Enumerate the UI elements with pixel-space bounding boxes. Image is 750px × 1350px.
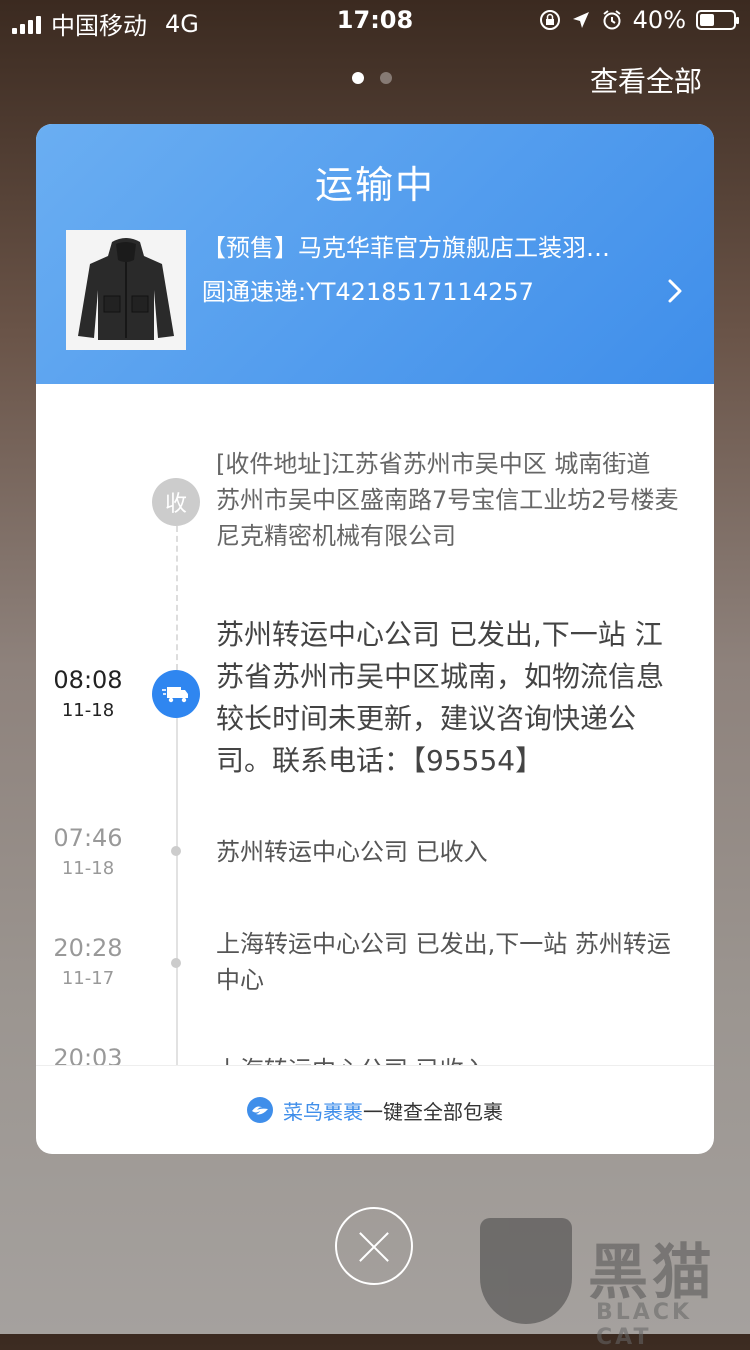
- status-bar: 中国移动 4G 17:08 40%: [0, 0, 750, 40]
- event-time: 07:46 11-18: [36, 824, 140, 879]
- cat-shield-icon: [480, 1218, 572, 1324]
- lock-rotation-icon: [539, 10, 560, 30]
- tracking-timeline[interactable]: 收 [收件地址]江苏省苏州市吴中区 城南街道 苏州市吴中区盛南路7号宝信工业坊2…: [36, 384, 714, 1066]
- event-time-hm: 08:08: [53, 666, 123, 694]
- event-time-md: 11-17: [61, 968, 115, 989]
- event-time-hm: 07:46: [53, 824, 123, 852]
- event-text: 上海转运中心公司 已发出,下一站 苏州转运中心: [216, 930, 671, 994]
- battery-percent: 40%: [632, 6, 686, 34]
- close-icon[interactable]: [335, 1207, 413, 1285]
- event-time-md: 11-18: [61, 700, 115, 721]
- status-right: 40%: [539, 6, 739, 34]
- watermark-en: BLACK CAT: [596, 1300, 693, 1350]
- card-header[interactable]: 运输中 【预售】马克华菲官方旗舰店工装羽… 圆通速递:YT42185171142…: [36, 124, 714, 384]
- event-time: 08:08 11-18: [36, 666, 140, 721]
- cainiao-icon: [247, 1097, 273, 1123]
- page-dot-1[interactable]: [352, 72, 364, 84]
- receive-badge: 收: [152, 478, 200, 526]
- timeline-dot: [171, 846, 181, 856]
- blackcat-watermark: 黑猫 BLACK CAT: [480, 1218, 750, 1350]
- page-indicator: [352, 72, 392, 84]
- cainiao-footer-link[interactable]: 菜鸟裹裹 一键查全部包裹: [36, 1065, 714, 1154]
- shipping-status-title: 运输中: [314, 163, 435, 207]
- page-dot-2[interactable]: [380, 72, 392, 84]
- event-text: 苏州转运中心公司 已发出,下一站 江苏省苏州市吴中区城南，如物流信息较长时间未更…: [216, 618, 665, 777]
- timeline-dashed-line: [176, 526, 178, 670]
- receive-address: [收件地址]江苏省苏州市吴中区 城南街道 苏州市吴中区盛南路7号宝信工业坊2号楼…: [216, 450, 679, 550]
- watermark-cn: 黑猫: [588, 1238, 716, 1308]
- product-name: 【预售】马克华菲官方旗舰店工装羽…: [202, 234, 610, 262]
- event-time: 20:28 11-17: [36, 934, 140, 989]
- event-time-hm: 20:28: [53, 934, 123, 962]
- timeline-solid-line: [176, 718, 178, 1066]
- timeline-dot: [171, 958, 181, 968]
- event-text: 苏州转运中心公司 已收入: [216, 838, 488, 866]
- event-time-hm: 20:03: [53, 1044, 123, 1066]
- event-time-md: 11-18: [61, 858, 115, 879]
- alarm-icon: [603, 10, 621, 30]
- truck-badge: [152, 670, 200, 718]
- event-time: 20:03: [36, 1044, 140, 1066]
- product-thumbnail: [66, 230, 186, 350]
- event-text: 上海转运中心公司 已收入: [216, 1052, 686, 1066]
- battery-icon: [696, 10, 739, 30]
- truck-icon: [162, 687, 188, 703]
- logistics-card: 运输中 【预售】马克华菲官方旗舰店工装羽… 圆通速递:YT42185171142…: [36, 124, 714, 1154]
- location-arrow-icon: [572, 12, 589, 28]
- cainiao-brand: 菜鸟裹裹: [283, 1099, 363, 1124]
- view-all-link[interactable]: 查看全部: [590, 60, 702, 100]
- cainiao-footer-text: 一键查全部包裹: [363, 1099, 503, 1124]
- jacket-image: [66, 230, 186, 350]
- tracking-number: 圆通速递:YT4218517114257: [202, 278, 534, 306]
- chevron-right-icon[interactable]: [662, 276, 688, 306]
